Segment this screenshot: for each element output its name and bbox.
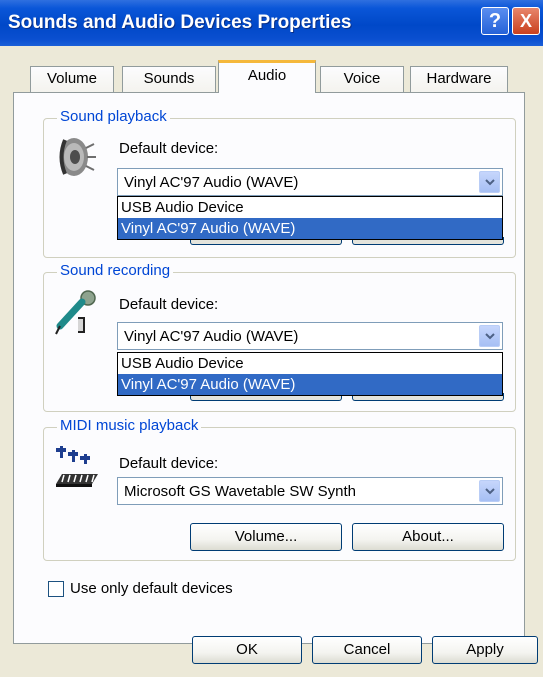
sound-playback-dropdown-button[interactable]	[479, 171, 500, 193]
sound-recording-dropdown-list[interactable]: USB Audio Device Vinyl AC'97 Audio (WAVE…	[117, 352, 503, 396]
sound-playback-label: Default device:	[119, 140, 219, 157]
speaker-icon	[59, 138, 96, 176]
dropdown-option[interactable]: USB Audio Device	[118, 353, 502, 374]
window-title: Sounds and Audio Devices Properties	[8, 12, 352, 33]
tab-audio[interactable]: Audio	[218, 60, 316, 93]
midi-playback-select[interactable]: Microsoft GS Wavetable SW Synth	[117, 477, 503, 505]
midi-keyboard-icon	[56, 446, 98, 487]
dropdown-option-selected[interactable]: Vinyl AC'97 Audio (WAVE)	[118, 218, 502, 239]
dropdown-option-selected[interactable]: Vinyl AC'97 Audio (WAVE)	[118, 374, 502, 395]
title-bar[interactable]: Sounds and Audio Devices Properties ? X	[0, 0, 543, 46]
sound-recording-select[interactable]: Vinyl AC'97 Audio (WAVE)	[117, 322, 503, 350]
chevron-down-icon	[485, 179, 495, 186]
midi-volume-button[interactable]: Volume...	[190, 523, 342, 551]
close-icon: X	[519, 11, 532, 31]
chevron-down-icon	[485, 333, 495, 340]
help-button[interactable]: ?	[481, 7, 509, 35]
midi-playback-dropdown-button[interactable]	[479, 480, 500, 502]
apply-button[interactable]: Apply	[432, 636, 538, 664]
use-default-devices-checkbox[interactable]	[48, 581, 64, 597]
cancel-button[interactable]: Cancel	[312, 636, 422, 664]
sound-recording-value: Vinyl AC'97 Audio (WAVE)	[124, 328, 299, 345]
midi-playback-label: Default device:	[119, 455, 219, 472]
tab-sounds[interactable]: Sounds	[122, 66, 216, 92]
tab-voice[interactable]: Voice	[320, 66, 404, 92]
chevron-down-icon	[485, 488, 495, 495]
help-icon: ?	[488, 10, 502, 32]
midi-about-button[interactable]: About...	[352, 523, 504, 551]
dialog-window: Sounds and Audio Devices Properties ? X …	[0, 0, 543, 677]
close-button[interactable]: X	[512, 7, 540, 35]
sound-recording-legend: Sound recording	[57, 262, 174, 279]
dropdown-option[interactable]: USB Audio Device	[118, 197, 502, 218]
sound-recording-dropdown-button[interactable]	[479, 325, 500, 347]
midi-playback-legend: MIDI music playback	[57, 417, 202, 434]
use-default-devices-label[interactable]: Use only default devices	[70, 580, 233, 597]
tab-volume[interactable]: Volume	[30, 66, 114, 92]
sound-playback-dropdown-list[interactable]: USB Audio Device Vinyl AC'97 Audio (WAVE…	[117, 196, 503, 240]
sound-playback-select[interactable]: Vinyl AC'97 Audio (WAVE)	[117, 168, 503, 196]
tab-hardware[interactable]: Hardware	[410, 66, 508, 92]
sound-recording-label: Default device:	[119, 296, 219, 313]
sound-playback-value: Vinyl AC'97 Audio (WAVE)	[124, 174, 299, 191]
midi-playback-value: Microsoft GS Wavetable SW Synth	[124, 483, 357, 500]
sound-playback-legend: Sound playback	[57, 108, 170, 125]
ok-button[interactable]: OK	[192, 636, 302, 664]
microphone-icon	[55, 290, 96, 335]
